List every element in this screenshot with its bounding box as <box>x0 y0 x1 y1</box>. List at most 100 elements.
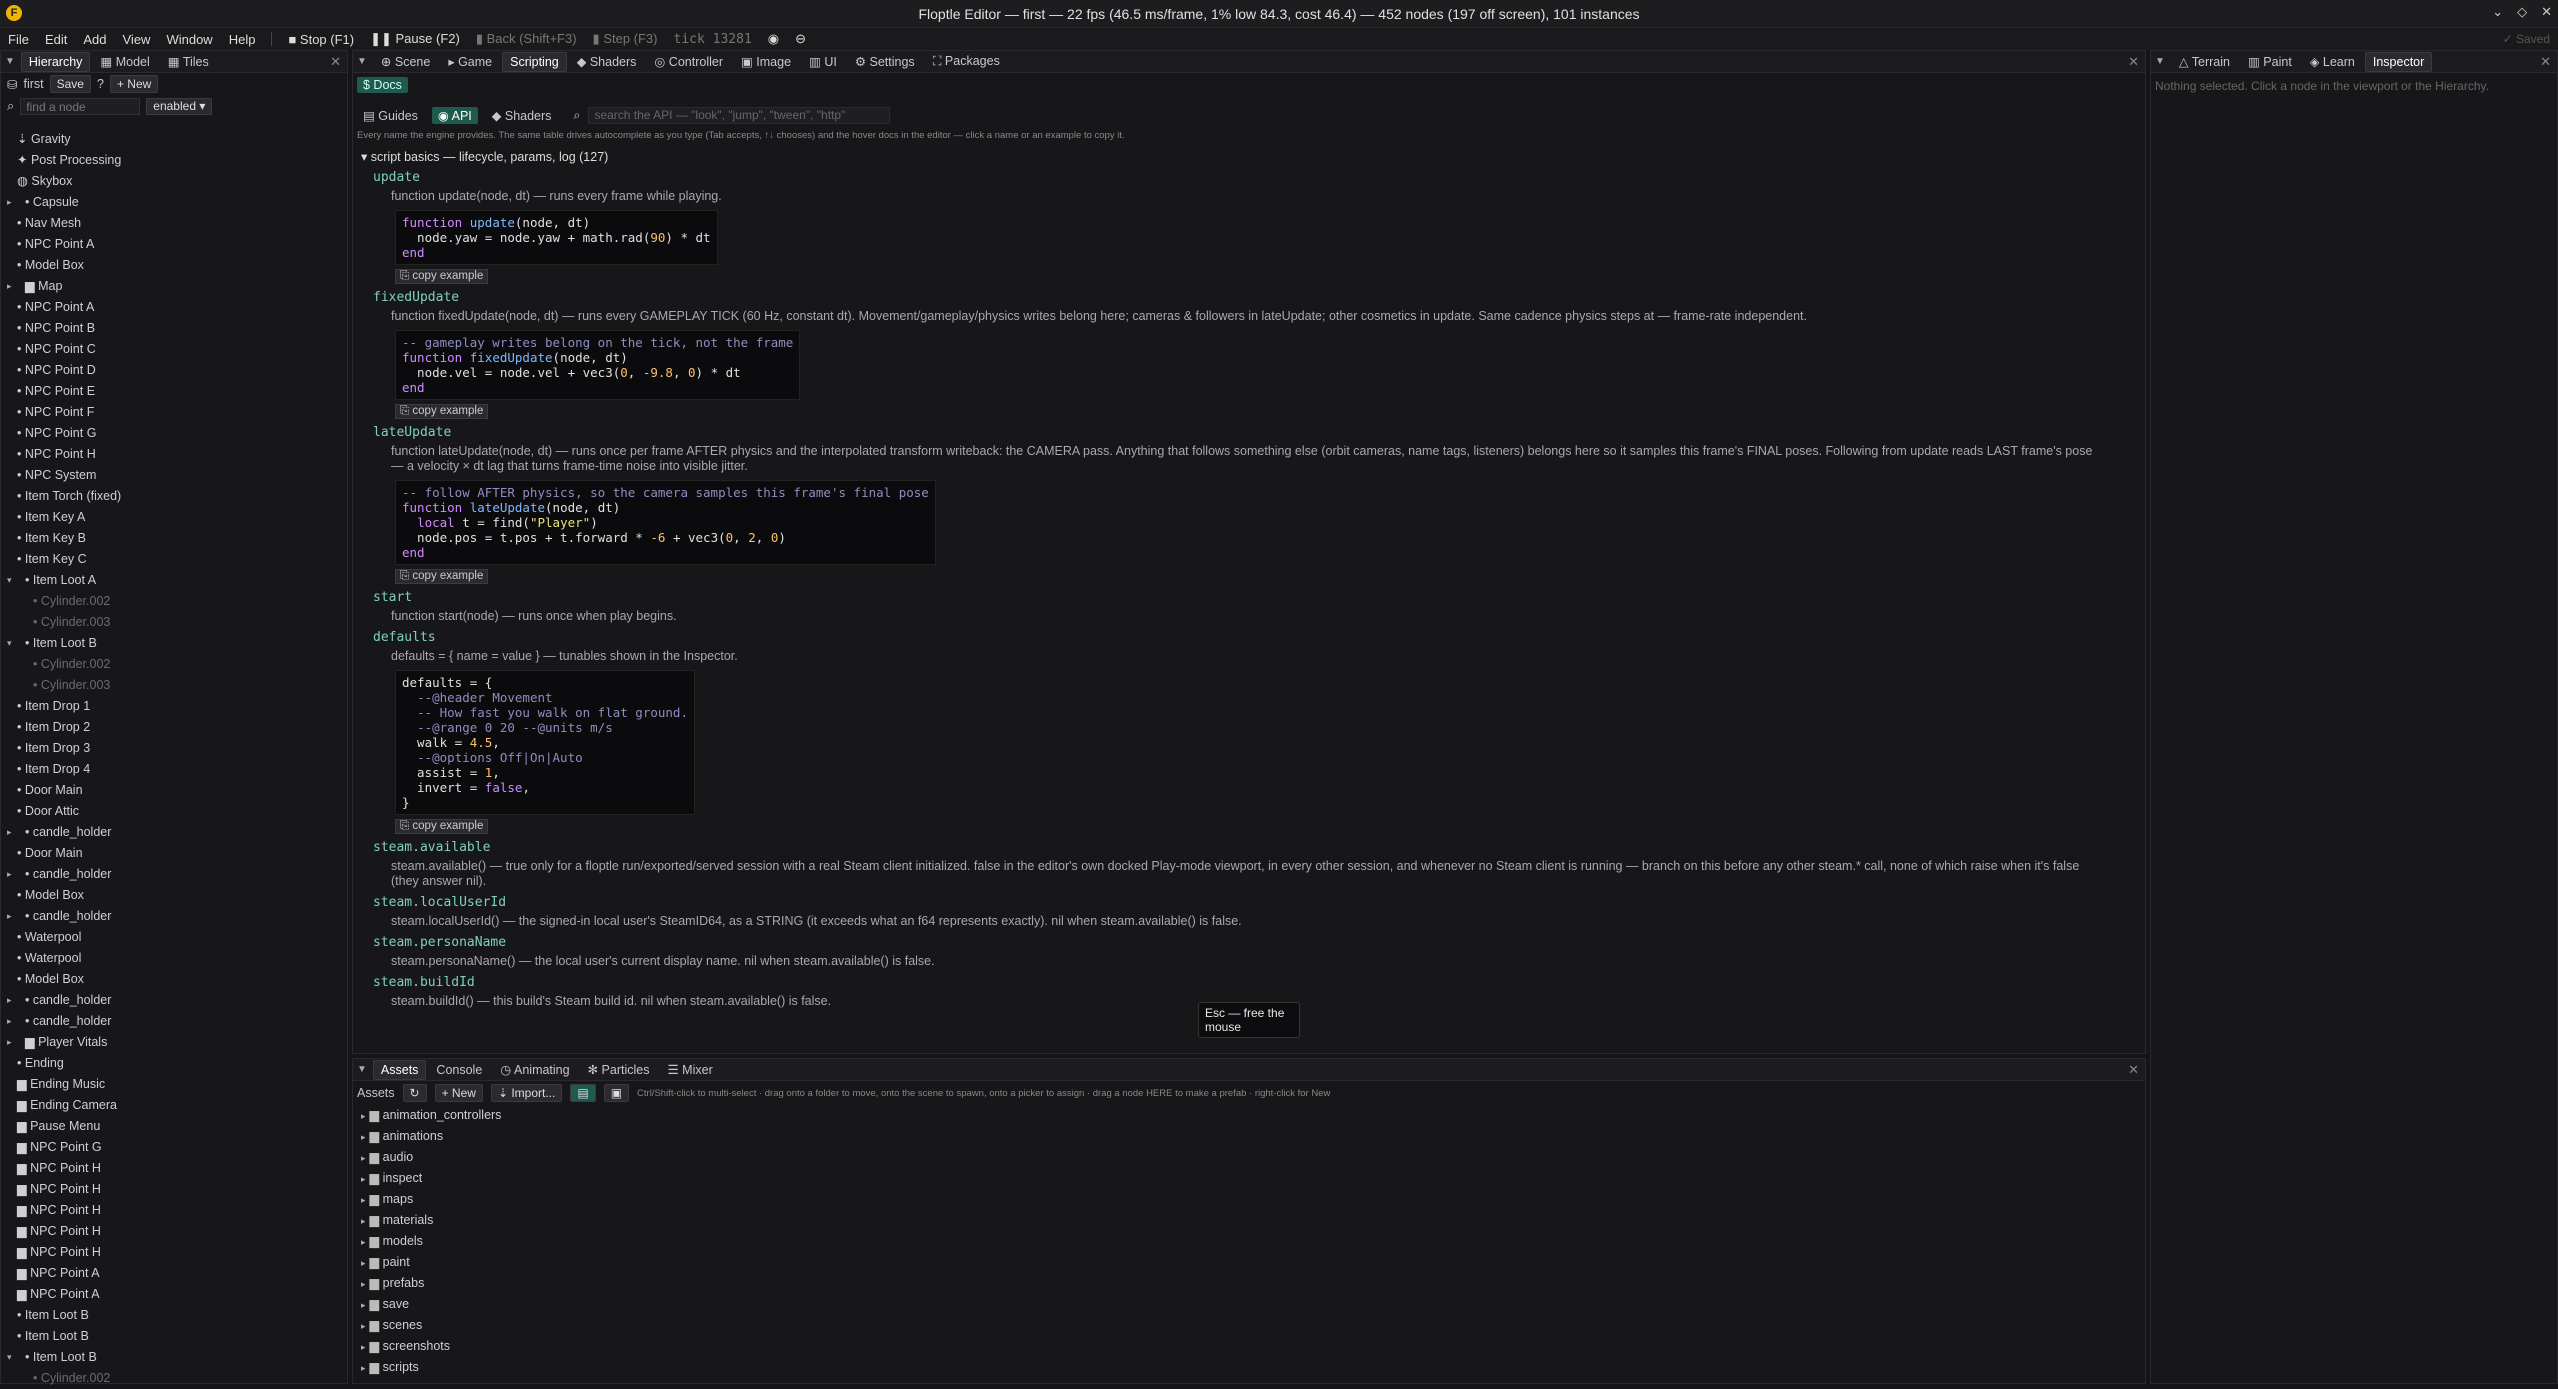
copy-example-button[interactable]: ⎘ copy example <box>395 819 489 834</box>
tab-scripting[interactable]: Scripting <box>502 51 567 72</box>
chevron-down-icon[interactable]: ▾ <box>7 1347 12 1368</box>
tree-row[interactable]: ▆ NPC Point A <box>1 1284 347 1305</box>
tree-row[interactable]: • Door Main <box>1 780 347 801</box>
tree-row[interactable]: ▆ NPC Point H <box>1 1221 347 1242</box>
tree-row[interactable]: • Item Torch (fixed) <box>1 486 347 507</box>
tree-row[interactable]: ▾ • Item Loot B <box>1 633 347 654</box>
chevron-right-icon[interactable]: ▸ <box>7 1032 12 1053</box>
chevron-right-icon[interactable]: ▸ <box>361 1216 366 1226</box>
menu-file[interactable]: File <box>8 32 29 47</box>
api-name[interactable]: steam.buildId <box>373 975 2145 990</box>
api-name[interactable]: update <box>373 170 2145 185</box>
collapse-icon[interactable]: ▼ <box>2155 56 2165 67</box>
chevron-right-icon[interactable]: ▸ <box>361 1132 366 1142</box>
tree-row[interactable]: • Cylinder.002 <box>1 1368 347 1389</box>
back-button[interactable]: ▮ Back (Shift+F3) <box>476 31 577 47</box>
tree-row[interactable]: • Waterpool <box>1 948 347 969</box>
tree-row[interactable]: • Door Main <box>1 843 347 864</box>
folder-item[interactable]: ▸ ▆ audio <box>353 1147 2145 1168</box>
tab-packages[interactable]: ⛶ Packages <box>925 51 1008 72</box>
tab-learn[interactable]: ◈ Learn <box>2302 51 2363 72</box>
minimize-icon[interactable]: ⌄ <box>2492 4 2503 20</box>
folder-item[interactable]: ▸ ▆ paint <box>353 1252 2145 1273</box>
tab-mixer[interactable]: ☰ Mixer <box>659 1059 720 1080</box>
chevron-right-icon[interactable]: ▸ <box>7 276 12 297</box>
tree-row[interactable]: • NPC Point B <box>1 318 347 339</box>
tab-scene[interactable]: ⊕ Scene <box>373 51 438 72</box>
tree-row[interactable]: • Item Key C <box>1 549 347 570</box>
subtab-guides[interactable]: ▤ Guides <box>357 107 424 124</box>
tab-game[interactable]: ▸ Game <box>440 51 500 72</box>
api-name[interactable]: steam.available <box>373 840 2145 855</box>
tree-row[interactable]: • Cylinder.002 <box>1 591 347 612</box>
tree-row[interactable]: ▸ • Capsule <box>1 192 347 213</box>
filter-select[interactable]: enabled ▾ <box>146 97 213 115</box>
new-node-button[interactable]: + New <box>109 75 159 93</box>
tree-row[interactable]: • NPC Point G <box>1 423 347 444</box>
lock-icon[interactable]: ⊖ <box>795 31 806 47</box>
tree-row[interactable]: • Model Box <box>1 969 347 990</box>
tab-settings[interactable]: ⚙ Settings <box>847 51 923 72</box>
save-button[interactable]: Save <box>49 75 91 93</box>
tab-inspector[interactable]: Inspector <box>2364 51 2433 72</box>
menu-help[interactable]: Help <box>229 32 256 47</box>
tree-row[interactable]: • NPC Point D <box>1 360 347 381</box>
tab-shaders[interactable]: ◆ Shaders <box>569 51 645 72</box>
api-name[interactable]: fixedUpdate <box>373 290 2145 305</box>
tree-row[interactable]: • Cylinder.002 <box>1 654 347 675</box>
tree-row[interactable]: • Cylinder.003 <box>1 612 347 633</box>
tree-row[interactable]: ▆ Ending Music <box>1 1074 347 1095</box>
chevron-right-icon[interactable]: ▸ <box>361 1279 366 1289</box>
menu-add[interactable]: Add <box>83 32 106 47</box>
import-button[interactable]: ⇣ Import... <box>490 1084 563 1102</box>
tree-row[interactable]: • Item Key B <box>1 528 347 549</box>
tab-particles[interactable]: ✻ Particles <box>580 1059 658 1080</box>
tree-row[interactable]: ▸ • candle_holder <box>1 822 347 843</box>
folder-item[interactable]: ▸ ▆ scenes <box>353 1315 2145 1336</box>
camera-icon[interactable]: ◉ <box>768 31 779 47</box>
collapse-icon[interactable]: ▼ <box>5 56 15 67</box>
tree-row[interactable]: • Item Drop 3 <box>1 738 347 759</box>
list-view-icon[interactable]: ▤ <box>570 1084 596 1102</box>
chevron-right-icon[interactable]: ▸ <box>7 822 12 843</box>
folder-item[interactable]: ▸ ▆ prefabs <box>353 1273 2145 1294</box>
copy-example-button[interactable]: ⎘ copy example <box>395 269 489 284</box>
copy-example-button[interactable]: ⎘ copy example <box>395 569 489 584</box>
tree-row[interactable]: • NPC Point E <box>1 381 347 402</box>
collapse-icon[interactable]: ▼ <box>357 1064 367 1075</box>
subtab-api[interactable]: ◉ API <box>431 107 478 124</box>
folder-item[interactable]: ▸ ▆ maps <box>353 1189 2145 1210</box>
node-search-input[interactable]: find a node <box>20 97 141 115</box>
tree-row[interactable]: • Model Box <box>1 255 347 276</box>
close-icon[interactable]: ✕ <box>330 54 341 70</box>
chevron-right-icon[interactable]: ▸ <box>7 192 12 213</box>
close-icon[interactable]: ✕ <box>2128 1062 2139 1078</box>
section-header[interactable]: ▾ script basics — lifecycle, params, log… <box>361 149 2145 164</box>
tree-row[interactable]: • NPC Point A <box>1 234 347 255</box>
tab-assets[interactable]: Assets <box>372 1059 427 1080</box>
tree-row[interactable]: ▾ • Item Loot A <box>1 570 347 591</box>
tree-row[interactable]: • NPC Point C <box>1 339 347 360</box>
tree-row[interactable]: ◍ Skybox <box>1 171 347 192</box>
subtab-shaders[interactable]: ◆ Shaders <box>486 107 558 124</box>
tab-hierarchy[interactable]: Hierarchy <box>20 51 91 72</box>
folder-item[interactable]: ▸ ▆ scripts <box>353 1357 2145 1378</box>
api-name[interactable]: defaults <box>373 630 2145 645</box>
tree-row[interactable]: • Item Loot B <box>1 1305 347 1326</box>
chevron-right-icon[interactable]: ▸ <box>361 1174 366 1184</box>
tab-tiles[interactable]: ▦ Tiles <box>160 51 217 72</box>
tree-row[interactable]: • Item Drop 1 <box>1 696 347 717</box>
tree-row[interactable]: ▆ Pause Menu <box>1 1116 347 1137</box>
chevron-down-icon[interactable]: ▾ <box>7 570 12 591</box>
maximize-icon[interactable]: ◇ <box>2517 4 2527 20</box>
folder-item[interactable]: ▸ ▆ materials <box>353 1210 2145 1231</box>
api-name[interactable]: lateUpdate <box>373 425 2145 440</box>
tree-row[interactable]: ▆ NPC Point A <box>1 1263 347 1284</box>
code-example[interactable]: function update(node, dt) node.yaw = nod… <box>395 210 718 265</box>
api-search-input[interactable]: search the API — "look", "jump", "tween"… <box>588 107 891 124</box>
tab-image[interactable]: ▣ Image <box>733 51 799 72</box>
api-name[interactable]: start <box>373 590 2145 605</box>
collapse-icon[interactable]: ▼ <box>357 56 367 67</box>
tree-row[interactable]: • Item Key A <box>1 507 347 528</box>
tab-terrain[interactable]: △ Terrain <box>2171 51 2238 72</box>
